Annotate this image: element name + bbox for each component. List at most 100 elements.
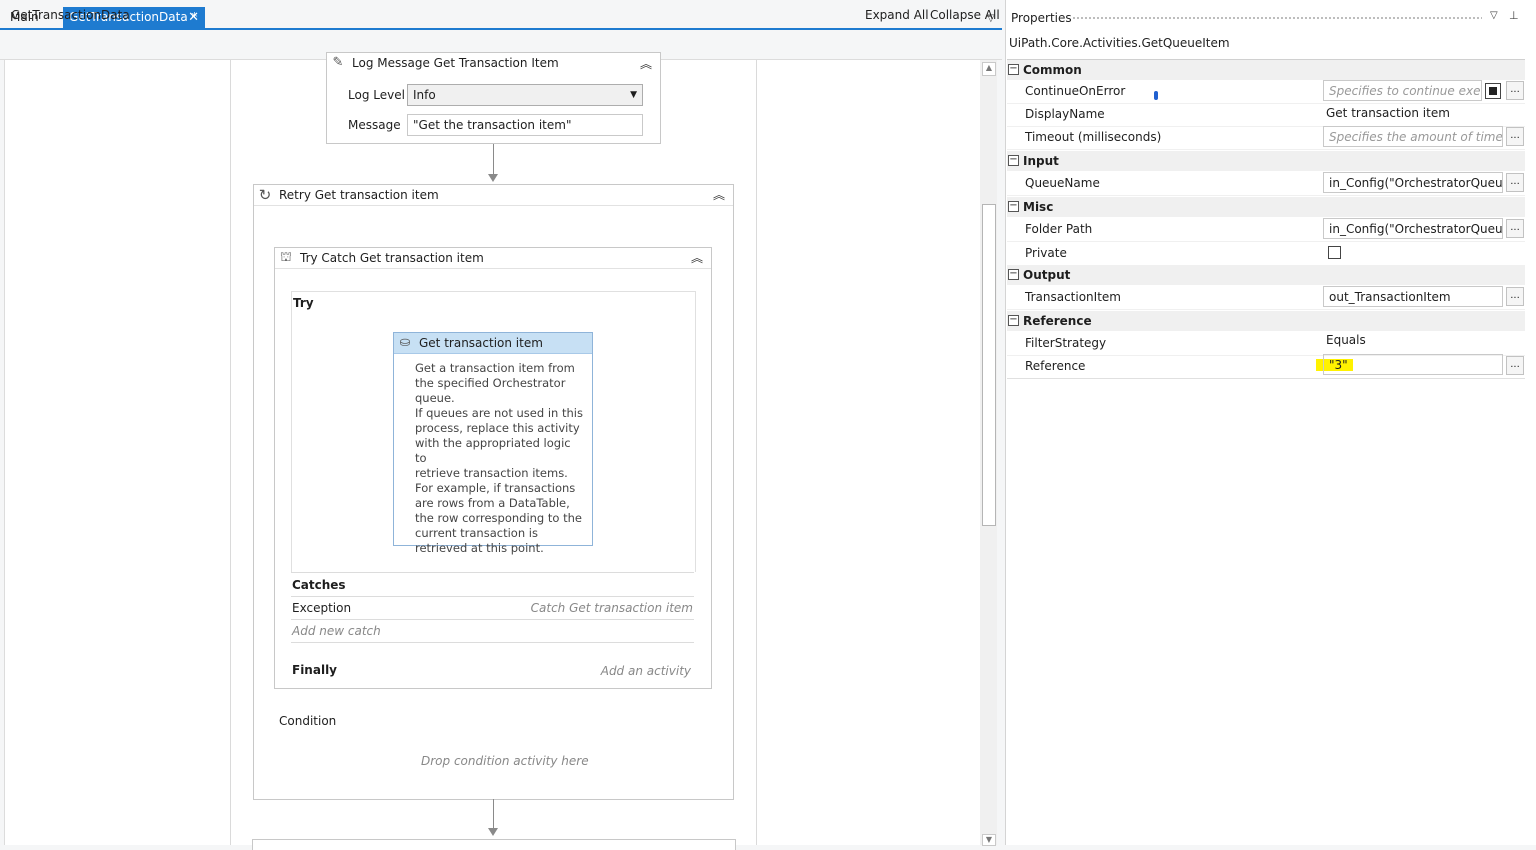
placeholder-text: Specifies the amount of time (in r bbox=[1329, 130, 1503, 144]
try-catch-activity[interactable]: ⛫ Try Catch Get transaction item ︽ Try ⛀… bbox=[274, 247, 712, 689]
catches-label: Catches bbox=[292, 578, 346, 592]
drop-condition-area[interactable]: Drop condition activity here bbox=[421, 754, 589, 768]
placeholder-text: Specifies to continue executi bbox=[1329, 84, 1481, 98]
collapse-chevron-icon[interactable]: ︽ bbox=[691, 249, 703, 266]
activity-title: Log Message Get Transaction Item bbox=[352, 56, 559, 70]
message-input[interactable]: "Get the transaction item" bbox=[407, 114, 643, 136]
description-line: with the appropriated logic to bbox=[415, 436, 571, 465]
divider bbox=[291, 596, 694, 597]
ellipsis-button[interactable]: ... bbox=[1506, 356, 1524, 375]
property-name: ContinueOnError bbox=[1025, 84, 1126, 98]
cursor-marker bbox=[1154, 91, 1158, 100]
retry-scope-activity[interactable]: ↻ Retry Get transaction item ︽ ⛫ Try Cat… bbox=[253, 184, 734, 800]
collapse-all-button[interactable]: Collapse All bbox=[930, 8, 1000, 22]
ellipsis-button[interactable]: ... bbox=[1506, 127, 1524, 146]
property-name: Private bbox=[1025, 246, 1067, 260]
activity-description: Get a transaction item from the specified… bbox=[415, 361, 585, 556]
panel-grip[interactable] bbox=[1072, 16, 1482, 21]
ellipsis-button[interactable]: ... bbox=[1506, 287, 1524, 306]
transaction-item-input[interactable]: out_TransactionItem bbox=[1323, 286, 1503, 307]
scroll-down-icon[interactable]: ▼ bbox=[982, 834, 996, 846]
pin-icon[interactable]: ⊥ bbox=[1509, 9, 1519, 22]
exception-handler[interactable]: Catch Get transaction item bbox=[531, 601, 693, 615]
collapse-section-icon[interactable]: − bbox=[1008, 315, 1019, 326]
activity-header: ⛫ Try Catch Get transaction item ︽ bbox=[275, 248, 711, 269]
add-activity-drop[interactable]: Add an activity bbox=[601, 664, 691, 678]
folder-path-input[interactable]: in_Config("OrchestratorQueueFc bbox=[1323, 218, 1503, 239]
property-name: DisplayName bbox=[1025, 107, 1105, 121]
description-line: are rows from a DataTable, bbox=[415, 496, 570, 510]
display-name-input[interactable]: Get transaction item bbox=[1321, 103, 1521, 124]
section-reference[interactable]: − Reference bbox=[1007, 311, 1525, 331]
properties-title: Properties bbox=[1011, 11, 1072, 25]
private-checkbox[interactable] bbox=[1328, 246, 1341, 259]
property-row: Private bbox=[1007, 242, 1525, 266]
property-name: QueueName bbox=[1025, 176, 1100, 190]
queue-name-input[interactable]: in_Config("OrchestratorQueueN bbox=[1323, 172, 1503, 193]
activity-title: Get transaction item bbox=[419, 336, 543, 350]
filter-strategy-select[interactable]: Equals bbox=[1321, 330, 1501, 351]
flow-arrow-icon bbox=[488, 828, 498, 836]
continue-on-error-input[interactable]: Specifies to continue executi bbox=[1323, 80, 1482, 101]
queue-item-icon: ⛀ bbox=[399, 335, 411, 350]
property-name: Timeout (milliseconds) bbox=[1025, 130, 1162, 144]
section-output[interactable]: − Output bbox=[1007, 265, 1525, 285]
description-line: If queues are not used in this bbox=[415, 406, 583, 420]
collapse-section-icon[interactable]: − bbox=[1008, 155, 1019, 166]
log-level-select[interactable]: Info ▼ bbox=[407, 84, 643, 106]
try-catch-icon: ⛫ bbox=[280, 250, 292, 265]
ellipsis-button[interactable]: ... bbox=[1506, 219, 1524, 238]
condition-label: Condition bbox=[279, 714, 337, 728]
add-new-catch-link[interactable]: Add new catch bbox=[292, 624, 381, 638]
exception-label[interactable]: Exception bbox=[292, 601, 351, 615]
log-message-icon: ✎ bbox=[332, 55, 344, 70]
try-label: Try bbox=[293, 296, 314, 310]
section-title: Output bbox=[1023, 268, 1071, 282]
reference-input[interactable]: "3" bbox=[1323, 354, 1503, 375]
activity-type-name: UiPath.Core.Activities.GetQueueItem bbox=[1009, 36, 1230, 50]
description-line: process, replace this activity bbox=[415, 421, 580, 435]
description-line: For example, if transactions bbox=[415, 481, 576, 495]
ellipsis-button[interactable]: ... bbox=[1506, 81, 1524, 100]
breadcrumb[interactable]: GetTransactionData bbox=[11, 8, 130, 22]
collapse-section-icon[interactable]: − bbox=[1008, 269, 1019, 280]
activity-title: Retry Get transaction item bbox=[279, 188, 439, 202]
ellipsis-button[interactable]: ... bbox=[1506, 173, 1524, 192]
section-common[interactable]: − Common bbox=[1007, 59, 1525, 80]
collapse-section-icon[interactable]: − bbox=[1008, 64, 1019, 75]
divider bbox=[291, 619, 694, 620]
collapse-section-icon[interactable]: − bbox=[1008, 201, 1019, 212]
section-input[interactable]: − Input bbox=[1007, 151, 1525, 171]
property-name: Folder Path bbox=[1025, 222, 1093, 236]
chevron-down-icon: ▼ bbox=[630, 90, 637, 100]
description-line: Get a transaction item from bbox=[415, 361, 575, 375]
timeout-input[interactable]: Specifies the amount of time (in r bbox=[1323, 126, 1503, 147]
message-label: Message bbox=[348, 118, 401, 132]
scrollbar-thumb[interactable] bbox=[982, 204, 996, 526]
section-title: Misc bbox=[1023, 200, 1054, 214]
collapse-chevron-icon[interactable]: ︽ bbox=[713, 186, 725, 203]
flow-connector bbox=[493, 799, 494, 829]
expand-all-button[interactable]: Expand All bbox=[865, 8, 929, 22]
log-level-value: Info bbox=[413, 88, 436, 102]
close-icon[interactable]: ✕ bbox=[188, 7, 199, 28]
divider bbox=[291, 642, 694, 643]
log-level-label: Log Level bbox=[348, 88, 405, 102]
activity-header: ✎ Log Message Get Transaction Item ︽ bbox=[327, 53, 660, 73]
activity-title: Try Catch Get transaction item bbox=[300, 251, 484, 265]
get-transaction-item-activity[interactable]: ⛀ Get transaction item Get a transaction… bbox=[393, 332, 593, 555]
chevron-down-icon[interactable]: ▽ bbox=[1490, 10, 1498, 21]
scroll-up-icon[interactable]: ▲ bbox=[982, 62, 996, 76]
activity-header: ↻ Retry Get transaction item ︽ bbox=[254, 185, 733, 206]
description-line: retrieved at this point. bbox=[415, 541, 544, 555]
activity-header-selected: ⛀ Get transaction item bbox=[394, 333, 592, 354]
section-misc[interactable]: − Misc bbox=[1007, 197, 1525, 217]
collapse-chevron-icon[interactable]: ︽ bbox=[640, 55, 652, 72]
log-message-activity[interactable]: ✎ Log Message Get Transaction Item ︽ Log… bbox=[326, 52, 661, 144]
continue-on-error-checkbox[interactable] bbox=[1485, 83, 1501, 99]
description-line: the row corresponding to the bbox=[415, 511, 582, 525]
property-name: Reference bbox=[1025, 359, 1086, 373]
description-line: current transaction is bbox=[415, 526, 538, 540]
section-title: Reference bbox=[1023, 314, 1092, 328]
property-name: TransactionItem bbox=[1025, 290, 1121, 304]
